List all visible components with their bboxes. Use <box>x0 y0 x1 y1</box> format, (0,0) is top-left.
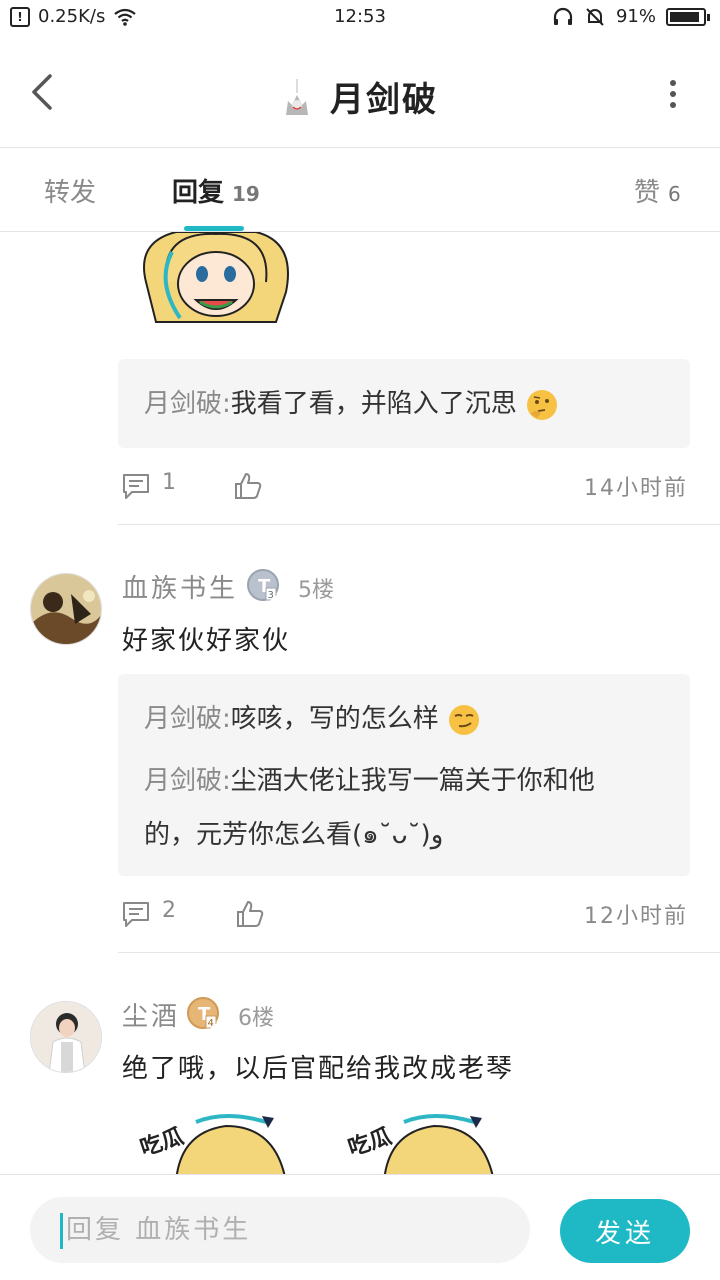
reply-input[interactable] <box>30 1197 530 1263</box>
level-badge-icon: T 3 <box>247 569 279 601</box>
comment-count: 2 <box>162 898 176 923</box>
user-avatar-icon <box>286 78 308 115</box>
divider <box>118 524 720 525</box>
quote-text: 咳咳，写的怎么样 <box>230 704 439 734</box>
more-options-icon[interactable] <box>666 80 680 108</box>
quote-author[interactable]: 月剑破 <box>144 389 222 419</box>
comment-icon[interactable] <box>120 898 152 930</box>
quote-box[interactable]: 月剑破:咳咳，写的怎么样 月剑破:尘酒大佬让我写一篇关于你和他 的，元芳你怎么看… <box>118 674 690 876</box>
sticker-image[interactable]: 吃瓜 <box>344 1112 504 1174</box>
quote-text: 尘酒大佬让我写一篇关于你和他 <box>230 766 595 796</box>
quote-line: 月剑破:尘酒大佬让我写一篇关于你和他 <box>144 766 595 796</box>
mute-bell-icon <box>586 7 604 26</box>
tab-likes[interactable]: 赞6 <box>634 172 681 209</box>
quote-author[interactable]: 月剑破 <box>144 704 222 734</box>
tab-label: 转发 <box>44 178 97 208</box>
tab-bar: 转发 回复 19 赞6 <box>0 148 720 232</box>
tab-indicator <box>184 226 244 231</box>
tab-label: 赞 <box>634 178 661 208</box>
quote-line-continued: 的，元芳你怎么看(๑˘ᴗ˘)و <box>144 820 444 850</box>
quote-text: 我看了看，并陷入了沉思 <box>230 389 517 419</box>
tab-count: 6 <box>668 182 681 206</box>
comment-count: 1 <box>162 470 176 495</box>
headphones-icon <box>553 7 573 25</box>
avatar[interactable] <box>30 1001 102 1073</box>
quote-line: 月剑破:咳咳，写的怎么样 <box>144 694 666 744</box>
svg-text:3: 3 <box>268 590 274 601</box>
sticker-image[interactable] <box>136 232 296 332</box>
smirk-emoji-icon <box>449 704 480 735</box>
quote-box[interactable]: 月剑破:我看了看，并陷入了沉思 <box>118 359 690 448</box>
floor-number: 6楼 <box>238 1006 274 1031</box>
reply-actions: 1 14小时前 <box>118 466 690 506</box>
level-badge-icon: T 4 <box>187 997 219 1029</box>
tab-label: 回复 <box>172 178 225 208</box>
svg-text:4: 4 <box>208 1018 214 1029</box>
reply-composer: 发送 <box>0 1174 720 1280</box>
quote-line: 月剑破:我看了看，并陷入了沉思 <box>144 379 666 429</box>
send-button[interactable]: 发送 <box>560 1199 690 1263</box>
battery-percent: 91% <box>615 6 656 27</box>
sticker-image[interactable]: 吃瓜 <box>136 1112 296 1174</box>
divider <box>118 952 720 953</box>
reply-text: 好家伙好家伙 <box>122 626 291 656</box>
thumbs-up-icon[interactable] <box>234 898 266 930</box>
page-title: 月剑破 <box>330 80 438 120</box>
text-cursor <box>60 1213 63 1249</box>
tab-count: 19 <box>232 182 260 206</box>
status-bar: ! 0.25K/s 12:53 91% <box>0 0 720 36</box>
username[interactable]: 尘酒 <box>122 996 180 1033</box>
timestamp: 12小时前 <box>584 904 688 929</box>
floor-number: 5楼 <box>298 578 334 603</box>
battery-icon <box>666 7 710 26</box>
sticker-caption: 吃瓜 <box>137 1123 187 1161</box>
reply-actions: 2 12小时前 <box>118 894 690 934</box>
thinking-emoji-icon <box>527 389 558 420</box>
reply-text: 绝了哦，以后官配给我改成老琴 <box>122 1054 515 1084</box>
username[interactable]: 血族书生 <box>122 568 238 605</box>
timestamp: 14小时前 <box>584 476 688 501</box>
quote-author[interactable]: 月剑破 <box>144 766 222 796</box>
avatar[interactable] <box>30 573 102 645</box>
tab-replies[interactable]: 回复 19 <box>172 172 260 209</box>
sticker-caption: 吃瓜 <box>345 1123 395 1161</box>
thumbs-up-icon[interactable] <box>232 470 264 502</box>
tab-forward[interactable]: 转发 <box>44 172 96 209</box>
reply-list[interactable]: 月剑破:我看了看，并陷入了沉思 1 14小时前 血族书生 T 3 5楼 好家伙好… <box>0 232 720 1174</box>
comment-icon[interactable] <box>120 470 152 502</box>
top-bar: 月剑破 <box>0 36 720 148</box>
